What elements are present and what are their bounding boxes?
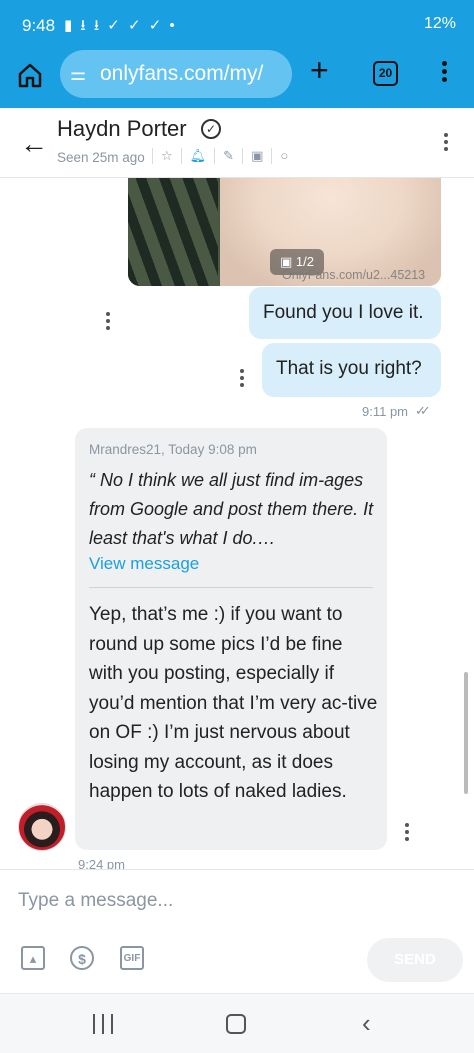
site-settings-icon[interactable]: ⚌	[70, 50, 86, 98]
back-arrow-icon[interactable]: ←	[20, 128, 48, 160]
notification-icons: ▮ ⭳ ⭳ ✓ ✓ ✓ •	[64, 17, 177, 34]
view-message-link[interactable]: View message	[89, 554, 199, 574]
chat-menu-icon[interactable]	[442, 130, 450, 154]
chat-actions: ☆ 🔔︎ ✎ ▣ ○	[152, 148, 296, 164]
new-tab-icon[interactable]: +	[310, 52, 329, 89]
read-receipt-icon: ✓✓	[415, 403, 431, 418]
verified-badge-icon: ✓	[201, 119, 221, 139]
photo-watermark: OnlyFans.com/u2...45213	[282, 268, 426, 282]
recents-icon[interactable]	[93, 1014, 113, 1034]
home-icon[interactable]	[16, 61, 44, 89]
message-options-icon[interactable]	[403, 820, 411, 844]
back-icon[interactable]: ‹	[362, 1008, 371, 1039]
avatar[interactable]	[18, 803, 66, 851]
divider	[89, 587, 373, 588]
image-icon[interactable]: ▴	[21, 946, 45, 970]
star-icon[interactable]: ☆	[152, 148, 181, 164]
message-composer: ▴ $ GIF SEND	[0, 869, 474, 993]
quoted-text: “ No I think we all just find im-ages fr…	[89, 470, 374, 548]
url-text: onlyfans.com/my/	[100, 62, 264, 85]
last-seen: Seen 25m ago	[57, 150, 145, 165]
browser-toolbar: ⚌ onlyfans.com/my/ + 20	[0, 44, 474, 108]
status-time: 9:48	[22, 16, 56, 35]
image-icon[interactable]: ▣	[242, 148, 271, 164]
bell-icon[interactable]: 🔔︎	[180, 148, 215, 164]
browser-menu-icon[interactable]	[434, 58, 454, 92]
chat-header: ← Haydn Porter ✓ Seen 25m ago ☆ 🔔︎ ✎ ▣ ○	[0, 108, 474, 178]
gif-icon[interactable]: GIF	[120, 946, 144, 970]
system-nav-bar: ‹	[0, 993, 474, 1053]
pin-icon[interactable]: ✎	[214, 148, 242, 164]
message-text: Yep, that’s me :) if you want to round u…	[89, 604, 378, 802]
send-button[interactable]: SEND	[367, 938, 463, 982]
incoming-message[interactable]: Mrandres21, Today 9:08 pm “ No I think w…	[75, 428, 387, 850]
outgoing-message[interactable]: Found you I love it.	[249, 287, 441, 339]
search-icon[interactable]: ○	[271, 148, 296, 164]
contact-name[interactable]: Haydn Porter	[57, 116, 187, 142]
battery-level: 12%	[423, 15, 456, 32]
scrollbar[interactable]	[464, 672, 468, 794]
gallery-icon: ▣	[280, 254, 296, 269]
message-options-icon[interactable]	[238, 366, 246, 390]
quoted-meta: Mrandres21, Today 9:08 pm	[89, 442, 257, 457]
message-time: 9:11 pm	[362, 404, 409, 419]
address-bar[interactable]: ⚌ onlyfans.com/my/	[60, 50, 292, 98]
dollar-icon[interactable]: $	[70, 946, 94, 970]
tab-switcher-button[interactable]: 20	[373, 61, 398, 86]
home-icon[interactable]	[226, 1014, 246, 1034]
message-options-icon[interactable]	[104, 309, 112, 333]
outgoing-message[interactable]: That is you right?	[262, 343, 441, 397]
message-input[interactable]	[18, 886, 448, 916]
photo-background	[128, 178, 218, 286]
